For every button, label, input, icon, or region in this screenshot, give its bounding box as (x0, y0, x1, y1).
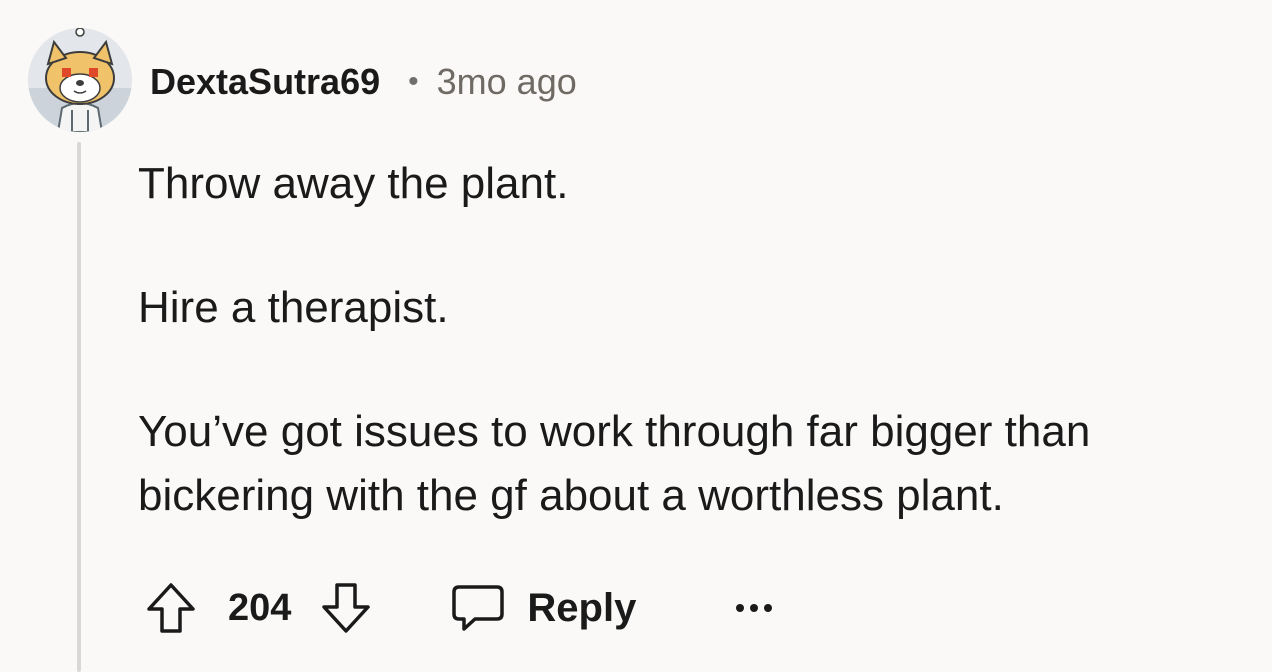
username[interactable]: DextaSutra69 (150, 61, 380, 103)
downvote-button[interactable] (321, 582, 371, 634)
arrow-down-icon (322, 583, 371, 633)
reply-label: Reply (527, 585, 637, 630)
comment: DextaSutra69 • 3mo ago Throw away the pl… (0, 0, 1272, 672)
vote-score: 204 (228, 586, 292, 629)
comment-paragraph: Hire a therapist. (138, 283, 449, 332)
reddit-snoo-dog-avatar-icon (28, 28, 132, 132)
separator-dot: • (408, 65, 419, 98)
avatar[interactable] (28, 28, 132, 132)
comment-actions: 204 Reply (146, 578, 774, 638)
speech-bubble-icon (452, 585, 505, 631)
comment-paragraph: You’ve got issues to work through far bi… (138, 407, 1091, 520)
thread-line[interactable] (77, 142, 81, 672)
timestamp[interactable]: 3mo ago (437, 61, 577, 103)
arrow-up-icon (147, 583, 195, 633)
comment-paragraph: Throw away the plant. (138, 159, 569, 208)
upvote-button[interactable] (146, 582, 196, 634)
ellipsis-icon (736, 604, 773, 612)
comment-header: DextaSutra69 • 3mo ago (150, 56, 577, 108)
more-options-button[interactable] (734, 602, 774, 614)
comment-body: Throw away the plant. Hire a therapist. … (138, 152, 1258, 528)
reply-button[interactable]: Reply (451, 583, 636, 633)
